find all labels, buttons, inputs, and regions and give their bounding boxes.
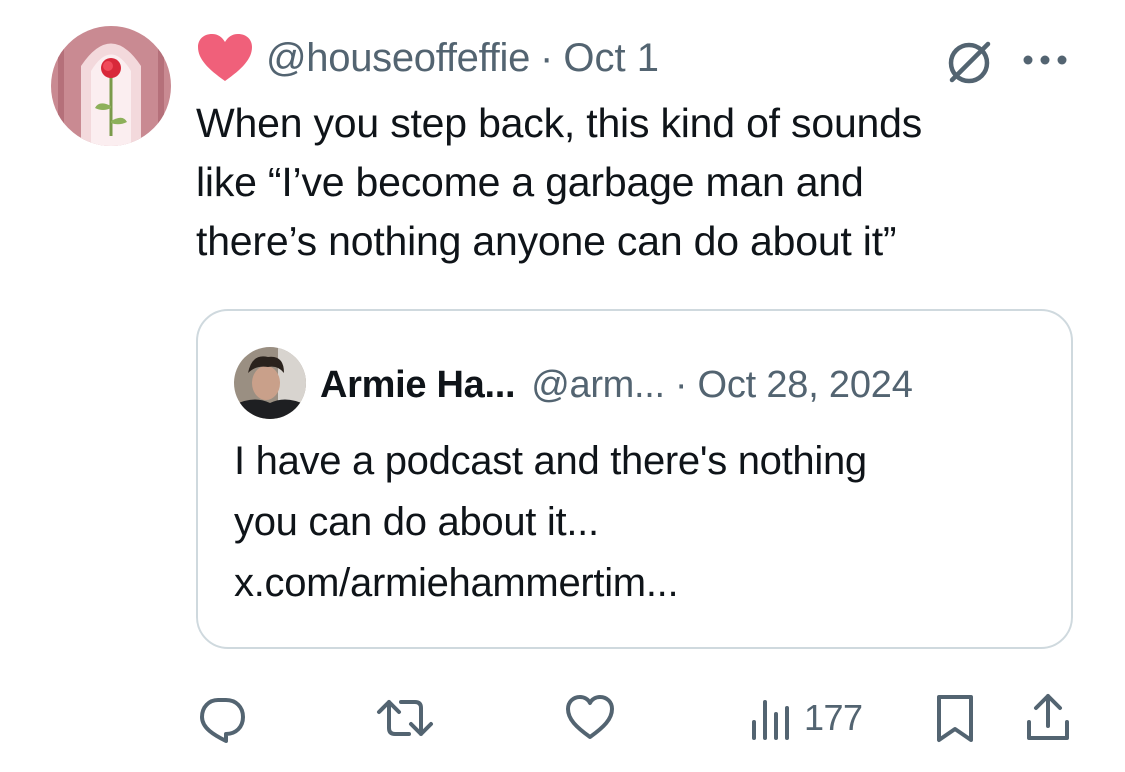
tweet-date[interactable]: Oct 1 xyxy=(563,36,659,81)
reply-icon xyxy=(196,692,248,744)
more-icon[interactable] xyxy=(1018,38,1072,78)
header-separator: · xyxy=(540,35,554,80)
quoted-tweet-text: I have a podcast and there's nothing you… xyxy=(234,439,867,605)
quoted-tweet-date[interactable]: Oct 28, 2024 xyxy=(697,364,912,407)
bookmark-button[interactable] xyxy=(932,690,978,746)
quoted-tweet-header: Armie Ha... @arm... · Oct 28, 2024 xyxy=(320,357,913,413)
quoted-author-name[interactable]: Armie Ha... xyxy=(320,364,516,407)
share-icon xyxy=(1024,692,1072,744)
tweet-text: When you step back, this kind of sounds … xyxy=(196,100,923,264)
retweet-icon xyxy=(375,692,435,744)
heart-icon xyxy=(196,33,254,83)
retweet-button[interactable] xyxy=(375,690,435,746)
views-icon xyxy=(748,692,794,744)
quoted-tweet-card[interactable]: Armie Ha... @arm... · Oct 28, 2024 I hav… xyxy=(196,309,1073,649)
bookmark-icon xyxy=(932,692,978,744)
action-bar: 177 xyxy=(0,690,1125,750)
author-handle[interactable]: @houseoffeffie xyxy=(266,36,530,81)
author-avatar[interactable] xyxy=(51,26,171,146)
quoted-author-handle[interactable]: @arm... xyxy=(531,364,665,407)
views-count: 177 xyxy=(804,697,863,738)
reply-button[interactable] xyxy=(196,690,248,746)
like-button[interactable] xyxy=(563,690,617,746)
quoted-header-separator: · xyxy=(674,363,688,406)
share-button[interactable] xyxy=(1024,690,1072,746)
no-entry-icon[interactable] xyxy=(942,34,996,88)
like-icon xyxy=(563,692,617,744)
views-button[interactable]: 177 xyxy=(748,690,863,746)
quoted-author-avatar xyxy=(234,347,306,419)
